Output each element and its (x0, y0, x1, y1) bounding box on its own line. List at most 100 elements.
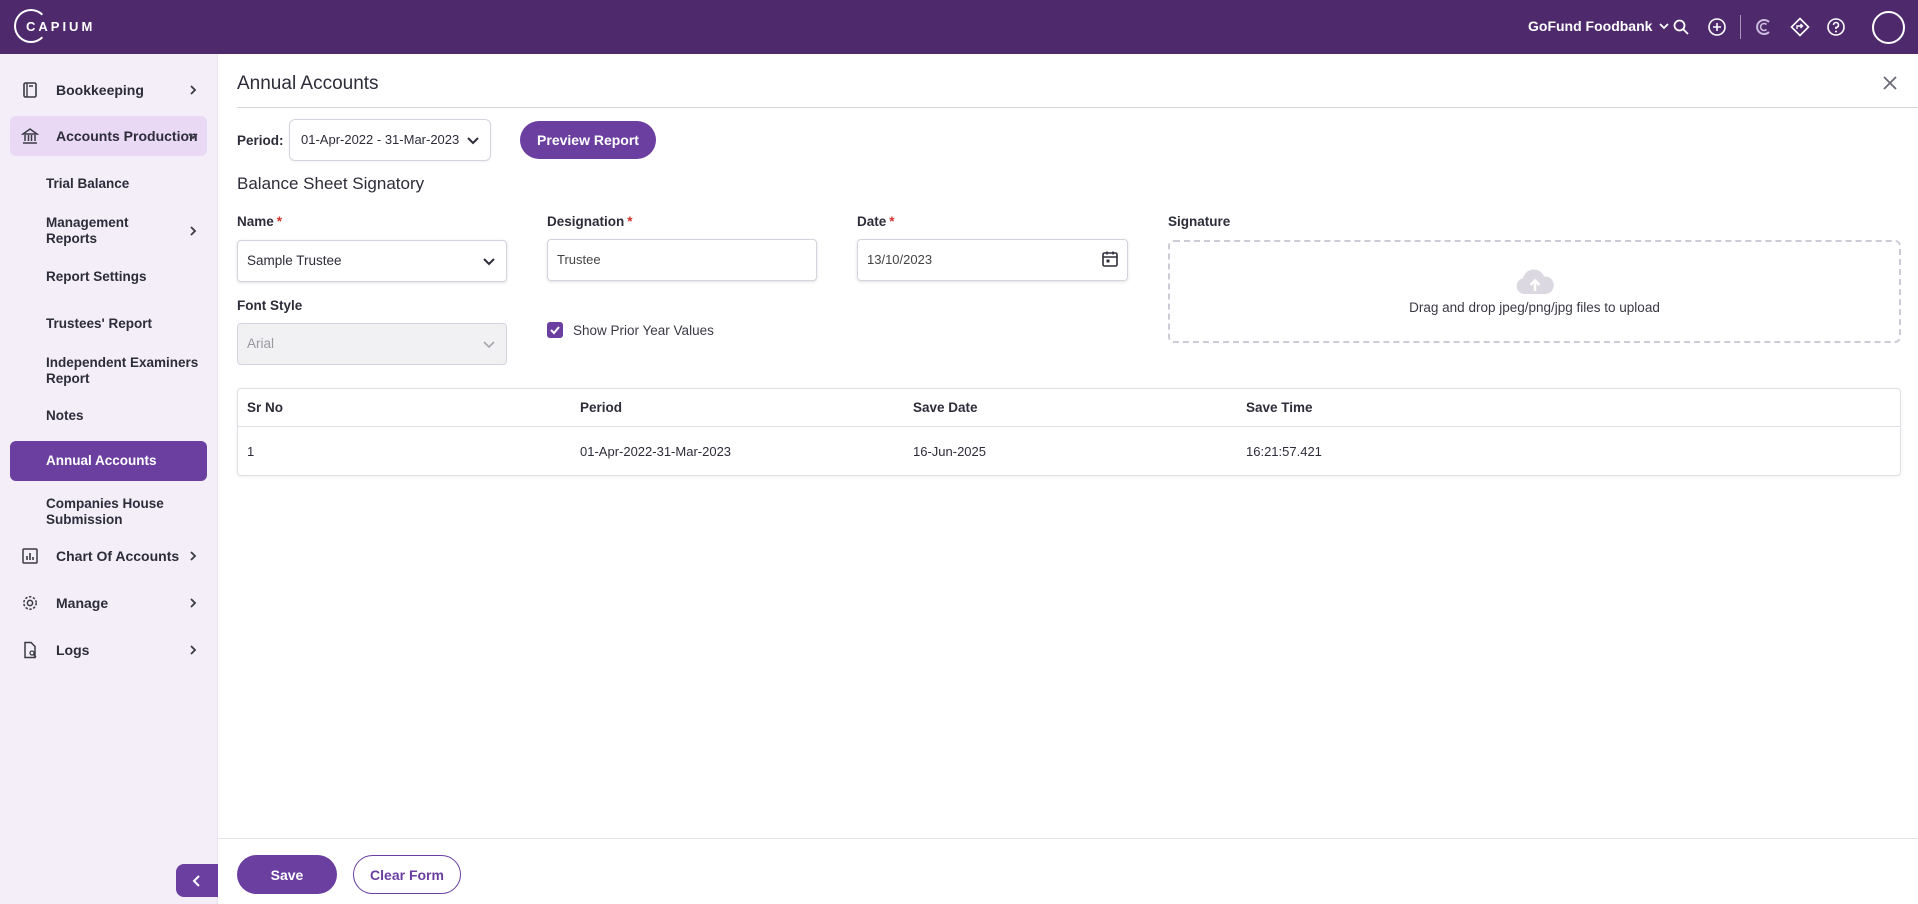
column-header-save-date: Save Date (913, 400, 978, 415)
gear-icon (20, 593, 40, 613)
capium-app-icon[interactable] (1751, 14, 1777, 40)
table-header: Sr No Period Save Date Save Time (238, 389, 1900, 427)
calendar-icon[interactable] (1101, 250, 1119, 271)
title-divider (237, 107, 1918, 108)
name-select[interactable]: Sample Trustee (237, 240, 507, 282)
designation-label: Designation * (547, 214, 633, 229)
sidebar-item-label: Logs (56, 642, 90, 658)
sidebar-item-label: Report Settings (46, 269, 147, 284)
sidebar-item-label: Accounts Production (56, 128, 198, 144)
search-icon[interactable] (1668, 14, 1694, 40)
font-style-value: Arial (247, 336, 275, 351)
checkbox-checked[interactable] (547, 322, 563, 338)
chevron-right-icon (190, 85, 197, 95)
logo-icon (14, 9, 48, 43)
sidebar: Bookkeeping Accounts Production Trial Ba… (0, 54, 218, 904)
sidebar-subitem-companies-house-submission[interactable]: Companies House Submission (10, 492, 207, 532)
chevron-left-icon (192, 874, 200, 887)
signature-dropzone[interactable]: Drag and drop jpeg/png/jpg files to uplo… (1168, 240, 1901, 343)
required-mark: * (276, 214, 283, 229)
sidebar-item-label: Notes (46, 408, 84, 423)
sidebar-item-label: Independent Examiners Report (46, 355, 199, 386)
font-style-select: Arial (237, 323, 507, 365)
sidebar-item-label: Chart Of Accounts (56, 548, 180, 564)
sidebar-subitem-management-reports[interactable]: Management Reports (10, 211, 207, 251)
close-button[interactable] (1878, 71, 1902, 95)
sidebar-item-manage[interactable]: Manage (10, 583, 207, 623)
column-header-sr-no: Sr No (247, 400, 284, 415)
sidebar-item-accounts-production[interactable]: Accounts Production (10, 116, 207, 156)
add-circle-icon[interactable] (1704, 14, 1730, 40)
show-prior-year-checkbox[interactable]: Show Prior Year Values (547, 322, 714, 338)
table-row[interactable]: 1 01-Apr-2022-31-Mar-2023 16-Jun-2025 16… (238, 427, 1900, 476)
column-header-save-time: Save Time (1246, 400, 1313, 415)
preview-report-button[interactable]: Preview Report (520, 121, 656, 159)
sidebar-subitem-independent-examiners-report[interactable]: Independent Examiners Report (10, 351, 207, 391)
save-button[interactable]: Save (237, 855, 337, 894)
chevron-down-icon (188, 133, 198, 140)
designation-label-text: Designation (547, 214, 625, 229)
sidebar-item-label: Trustees' Report (46, 316, 152, 331)
table-cell: 01-Apr-2022-31-Mar-2023 (580, 444, 732, 459)
top-bar: CAPIUM GoFund Foodbank (0, 0, 1918, 54)
section-title: Balance Sheet Signatory (237, 174, 425, 193)
date-value: 13/10/2023 (867, 252, 933, 267)
sidebar-item-label: Bookkeeping (56, 82, 144, 98)
sidebar-item-chart-of-accounts[interactable]: Chart Of Accounts (10, 536, 207, 576)
clear-form-button[interactable]: Clear Form (353, 855, 461, 894)
sidebar-subitem-annual-accounts[interactable]: Annual Accounts (10, 441, 207, 481)
sidebar-item-label: Annual Accounts (46, 453, 157, 468)
chevron-right-icon (190, 226, 197, 236)
required-mark: * (889, 214, 895, 229)
sidebar-subitem-trial-balance[interactable]: Trial Balance (10, 172, 207, 196)
sidebar-item-logs[interactable]: Logs (10, 630, 207, 670)
period-select[interactable]: 01-Apr-2022 - 31-Mar-2023 (289, 119, 491, 161)
period-label: Period: (237, 133, 284, 148)
sidebar-item-label: Companies House Submission (46, 496, 164, 527)
file-search-icon (20, 640, 40, 660)
organization-switcher[interactable]: GoFund Foodbank (1528, 18, 1670, 34)
cloud-upload-icon (1516, 269, 1554, 294)
date-input[interactable]: 13/10/2023 (857, 239, 1128, 281)
name-value: Sample Trustee (247, 253, 342, 268)
chevron-right-icon (190, 598, 197, 608)
table-cell: 16:21:57.421 (1246, 444, 1322, 459)
page-title: Annual Accounts (237, 73, 379, 94)
table-cell: 1 (247, 444, 255, 459)
chevron-down-icon (483, 341, 495, 349)
chevron-down-icon (467, 137, 479, 145)
period-value: 01-Apr-2022 - 31-Mar-2023 (301, 132, 460, 147)
diamond-arrow-icon[interactable] (1787, 14, 1813, 40)
signature-label: Signature (1168, 214, 1231, 229)
chevron-right-icon (190, 551, 197, 561)
capium-logo[interactable]: CAPIUM (14, 9, 95, 43)
name-label-text: Name (237, 214, 274, 229)
designation-value: Trustee (557, 252, 601, 267)
table-cell: 16-Jun-2025 (913, 444, 986, 459)
sidebar-subitem-report-settings[interactable]: Report Settings (10, 265, 207, 289)
date-label: Date * (857, 214, 895, 229)
footer-divider (218, 838, 1918, 839)
help-icon[interactable] (1823, 14, 1849, 40)
chevron-down-icon (483, 258, 495, 266)
name-label: Name * (237, 214, 282, 229)
sidebar-subitem-trustees-report[interactable]: Trustees' Report (10, 312, 207, 336)
show-prior-year-label: Show Prior Year Values (573, 322, 714, 338)
org-name: GoFund Foodbank (1528, 18, 1653, 34)
bar-chart-icon (20, 546, 40, 566)
check-icon (550, 326, 560, 335)
sidebar-subitem-notes[interactable]: Notes (10, 404, 207, 428)
sidebar-item-label: Manage (56, 595, 109, 611)
collapse-sidebar-button[interactable] (176, 864, 218, 897)
dropzone-text: Drag and drop jpeg/png/jpg files to uplo… (1409, 300, 1660, 315)
font-style-label: Font Style (237, 298, 303, 313)
chevron-right-icon (190, 645, 197, 655)
sidebar-item-bookkeeping[interactable]: Bookkeeping (10, 70, 207, 110)
date-label-text: Date (857, 214, 887, 229)
column-header-period: Period (580, 400, 623, 415)
main-content: Annual Accounts Period: 01-Apr-2022 - 31… (218, 54, 1918, 904)
saved-reports-table: Sr No Period Save Date Save Time 1 01-Ap… (237, 388, 1901, 476)
designation-input[interactable]: Trustee (547, 239, 817, 281)
bank-icon (20, 126, 40, 146)
user-avatar[interactable] (1872, 11, 1905, 44)
